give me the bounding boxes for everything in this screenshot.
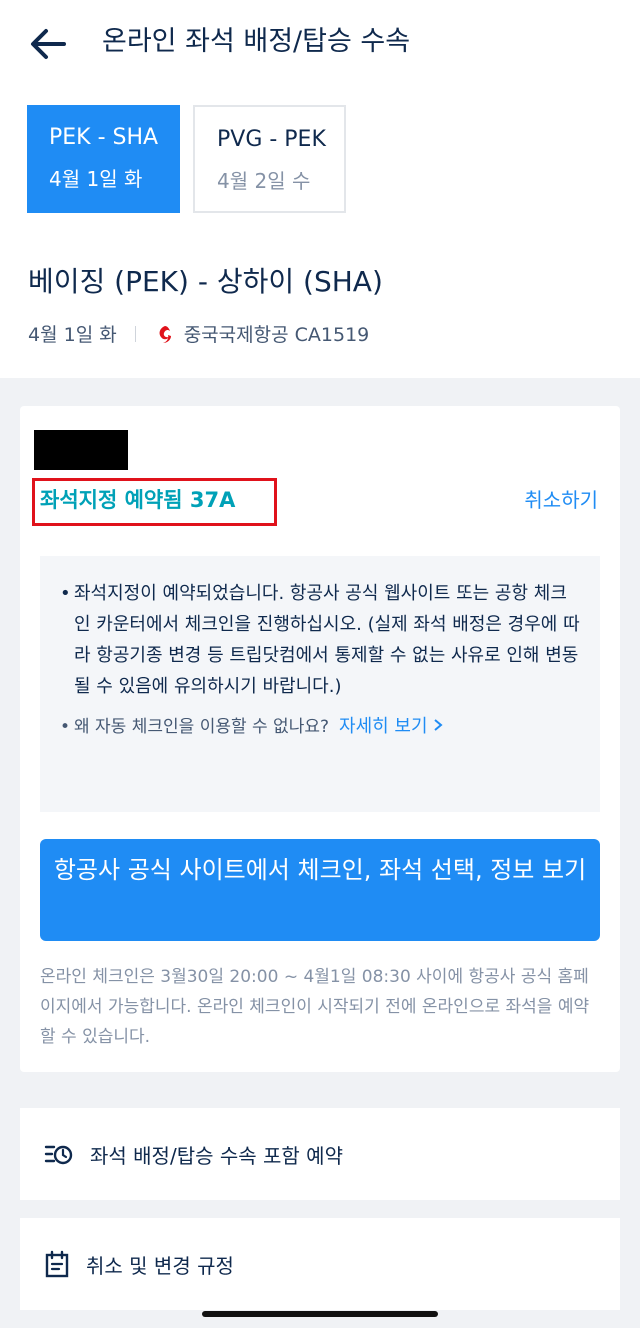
- divider: [134, 325, 136, 342]
- chevron-right-icon: [434, 719, 443, 731]
- passenger-name-redacted: [34, 430, 128, 470]
- seat-status: 좌석지정 예약됨 37A: [40, 488, 236, 512]
- tab-pek-sha[interactable]: PEK - SHA 4월 1일 화: [27, 105, 180, 213]
- flight-info: 베이징 (PEK) - 상하이 (SHA) 4월 1일 화 중국국제항공 CA1…: [0, 238, 640, 378]
- tab-date: 4월 1일 화: [49, 167, 143, 191]
- notice-question: 왜 자동 체크인을 이용할 수 없나요? 자세히 보기: [60, 712, 580, 742]
- row-label: 좌석 배정/탑승 수속 포함 예약: [90, 1143, 343, 1168]
- flight-date: 4월 1일 화: [28, 324, 117, 346]
- back-button[interactable]: [24, 20, 72, 68]
- checkin-footnote: 온라인 체크인은 3월30일 20:00 ~ 4월1일 08:30 사이에 항공…: [40, 967, 590, 1047]
- notice-box: 좌석지정이 예약되었습니다. 항공사 공식 웹사이트 또는 공항 체크인 카운터…: [40, 556, 600, 812]
- more-link[interactable]: 자세히 보기: [339, 716, 443, 737]
- tab-route: PEK - SHA: [49, 125, 159, 150]
- tab-route: PVG - PEK: [217, 127, 326, 152]
- cancel-change-policy-row[interactable]: 취소 및 변경 규정: [20, 1218, 620, 1310]
- page-title: 온라인 좌석 배정/탑승 수속: [102, 26, 411, 57]
- notice-text: 좌석지정이 예약되었습니다. 항공사 공식 웹사이트 또는 공항 체크인 카운터…: [60, 578, 580, 702]
- question-text: 왜 자동 체크인을 이용할 수 없나요?: [74, 717, 330, 737]
- airline-flight: 중국국제항공 CA1519: [183, 324, 370, 346]
- tab-date: 4월 2일 수: [217, 169, 311, 193]
- row-label: 취소 및 변경 규정: [86, 1253, 234, 1278]
- clock-list-icon: [44, 1145, 73, 1165]
- flight-meta: 4월 1일 화 중국국제항공 CA1519: [28, 320, 369, 347]
- booking-with-seat-row[interactable]: 좌석 배정/탑승 수속 포함 예약: [20, 1108, 620, 1200]
- home-indicator: [202, 1311, 438, 1317]
- cancel-button[interactable]: 취소하기: [524, 484, 598, 516]
- flight-route-title: 베이징 (PEK) - 상하이 (SHA): [28, 265, 383, 298]
- calendar-clipboard-icon: [45, 1250, 69, 1278]
- tab-pvg-pek[interactable]: PVG - PEK 4월 2일 수: [193, 105, 346, 213]
- airline-checkin-button[interactable]: 항공사 공식 사이트에서 체크인, 좌석 선택, 정보 보기: [40, 839, 600, 941]
- air-china-logo-icon: [154, 323, 176, 345]
- arrow-left-icon: [31, 29, 66, 59]
- seat-card: 좌석지정 예약됨 37A 취소하기 좌석지정이 예약되었습니다. 항공사 공식 …: [20, 406, 620, 1072]
- header: 온라인 좌석 배정/탑승 수속 PEK - SHA 4월 1일 화 PVG - …: [0, 0, 640, 238]
- more-label: 자세히 보기: [339, 716, 428, 737]
